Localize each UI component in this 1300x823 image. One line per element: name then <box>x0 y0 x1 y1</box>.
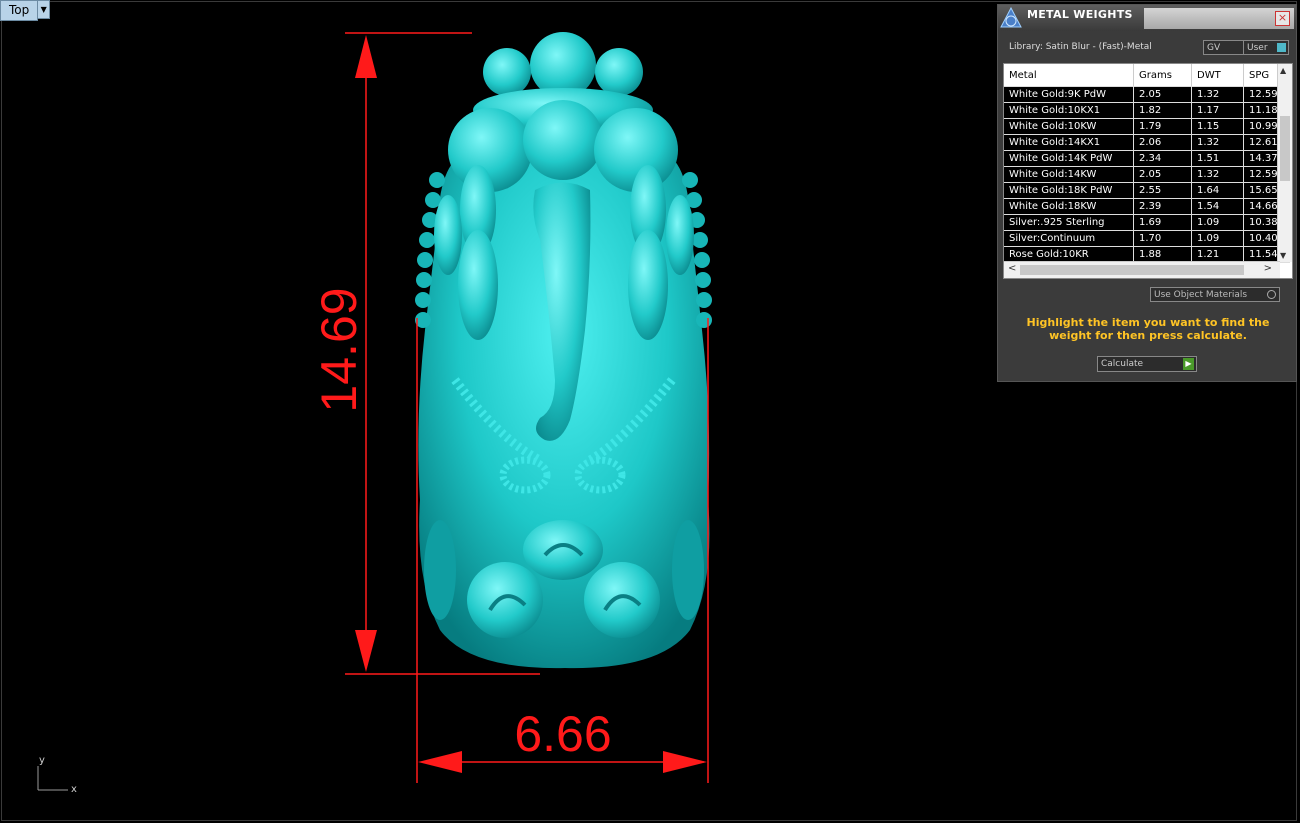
table-row[interactable]: Silver:Continuum 1.70 1.09 10.40 <box>1004 230 1290 247</box>
vertical-scroll-thumb[interactable] <box>1280 116 1290 181</box>
table-cell: 1.70 <box>1133 230 1192 247</box>
table-row[interactable]: White Gold:10KW 1.79 1.15 10.99 <box>1004 118 1290 135</box>
app-logo-icon <box>1000 7 1022 28</box>
table-cell: White Gold:10KX1 <box>1004 102 1134 119</box>
scroll-left-icon[interactable]: < <box>1008 263 1016 274</box>
column-header[interactable]: Grams <box>1133 64 1192 87</box>
close-icon[interactable]: × <box>1275 11 1290 26</box>
user-toggle-label: User <box>1247 43 1268 53</box>
play-arrow-icon: ▶ <box>1183 358 1194 370</box>
table-cell: 1.09 <box>1191 214 1244 231</box>
table-cell: 2.06 <box>1133 134 1192 151</box>
calculate-button-label: Calculate <box>1101 359 1144 369</box>
view-name-label[interactable]: Top <box>0 0 39 21</box>
radio-icon <box>1267 290 1276 299</box>
table-cell: 2.55 <box>1133 182 1192 199</box>
table-cell: 2.34 <box>1133 150 1192 167</box>
table-body: White Gold:9K PdW 2.05 1.32 12.59 White Gold… <box>1004 86 1290 263</box>
table-row[interactable]: White Gold:14K PdW 2.34 1.51 14.37 <box>1004 150 1290 167</box>
table-cell: 1.82 <box>1133 102 1192 119</box>
metal-weights-table[interactable]: Metal Grams DWT SPG White Gold:9K PdW 2.05 1.… <box>1003 63 1293 279</box>
table-row[interactable]: White Gold:9K PdW 2.05 1.32 12.59 <box>1004 86 1290 103</box>
panel-title: METAL WEIGHTS <box>1027 8 1133 21</box>
scroll-right-icon[interactable]: > <box>1264 263 1272 274</box>
table-cell: 2.05 <box>1133 166 1192 183</box>
table-cell: White Gold:18K PdW <box>1004 182 1134 199</box>
table-cell: 1.51 <box>1191 150 1244 167</box>
table-cell: White Gold:9K PdW <box>1004 86 1134 103</box>
axis-y-label: y <box>39 755 45 766</box>
use-object-materials-dropdown[interactable]: Use Object Materials <box>1150 287 1280 302</box>
table-cell: 1.32 <box>1191 166 1244 183</box>
table-cell: 1.79 <box>1133 118 1192 135</box>
table-cell: 2.05 <box>1133 86 1192 103</box>
table-cell: Silver:Continuum <box>1004 230 1134 247</box>
jewelry-model[interactable] <box>415 32 712 669</box>
panel-titlebar-fill: × <box>1144 8 1294 29</box>
user-toggle[interactable]: User <box>1243 40 1289 55</box>
horizontal-scroll-thumb[interactable] <box>1020 265 1244 275</box>
scroll-up-icon[interactable]: ▲ <box>1280 66 1286 75</box>
table-cell: 1.17 <box>1191 102 1244 119</box>
table-cell: 1.69 <box>1133 214 1192 231</box>
table-cell: 1.15 <box>1191 118 1244 135</box>
table-cell: 1.09 <box>1191 230 1244 247</box>
table-row[interactable]: White Gold:14KW 2.05 1.32 12.59 <box>1004 166 1290 183</box>
chevron-down-icon[interactable]: ▼ <box>38 0 51 19</box>
table-cell: White Gold:10KW <box>1004 118 1134 135</box>
panel-header[interactable]: METAL WEIGHTS × <box>998 5 1296 31</box>
table-cell: White Gold:14KW <box>1004 166 1134 183</box>
table-cell: 1.32 <box>1191 86 1244 103</box>
table-cell: Silver:.925 Sterling <box>1004 214 1134 231</box>
calculate-button[interactable]: Calculate ▶ <box>1097 356 1197 372</box>
axis-indicator <box>37 766 68 791</box>
toggle-switch-icon <box>1277 43 1286 52</box>
table-row[interactable]: Silver:.925 Sterling 1.69 1.09 10.38 <box>1004 214 1290 231</box>
table-row[interactable]: White Gold:10KX1 1.82 1.17 11.18 <box>1004 102 1290 119</box>
column-header[interactable]: DWT <box>1191 64 1244 87</box>
gv-toggle-label: GV <box>1207 43 1221 53</box>
table-row[interactable]: White Gold:14KX1 2.06 1.32 12.61 <box>1004 134 1290 151</box>
vertical-scrollbar[interactable]: ▲ ▼ <box>1277 64 1292 262</box>
table-cell: White Gold:18KW <box>1004 198 1134 215</box>
table-cell: 1.32 <box>1191 134 1244 151</box>
column-header[interactable]: Metal <box>1004 64 1134 87</box>
use-object-materials-label: Use Object Materials <box>1154 290 1248 300</box>
height-dimension-label: 14.69 <box>311 287 367 412</box>
instruction-text: Highlight the item you want to find the … <box>1026 316 1270 342</box>
table-cell: 2.39 <box>1133 198 1192 215</box>
table-cell: White Gold:14K PdW <box>1004 150 1134 167</box>
table-cell: White Gold:14KX1 <box>1004 134 1134 151</box>
horizontal-scrollbar[interactable]: < > <box>1004 261 1280 278</box>
width-dimension-label: 6.66 <box>514 706 611 762</box>
scroll-down-icon[interactable]: ▼ <box>1280 251 1286 260</box>
view-name-tab[interactable]: Top ▼ <box>0 0 51 21</box>
table-row[interactable]: White Gold:18K PdW 2.55 1.64 15.65 <box>1004 182 1290 199</box>
table-cell: 1.64 <box>1191 182 1244 199</box>
table-row[interactable]: White Gold:18KW 2.39 1.54 14.66 <box>1004 198 1290 215</box>
axis-x-label: x <box>71 784 77 795</box>
library-label: Library: Satin Blur - (Fast)-Metal <box>1009 42 1152 52</box>
table-cell: 1.54 <box>1191 198 1244 215</box>
table-header-row: Metal Grams DWT SPG <box>1004 64 1290 87</box>
metal-weights-panel: METAL WEIGHTS × Library: Satin Blur - (F… <box>997 4 1297 382</box>
